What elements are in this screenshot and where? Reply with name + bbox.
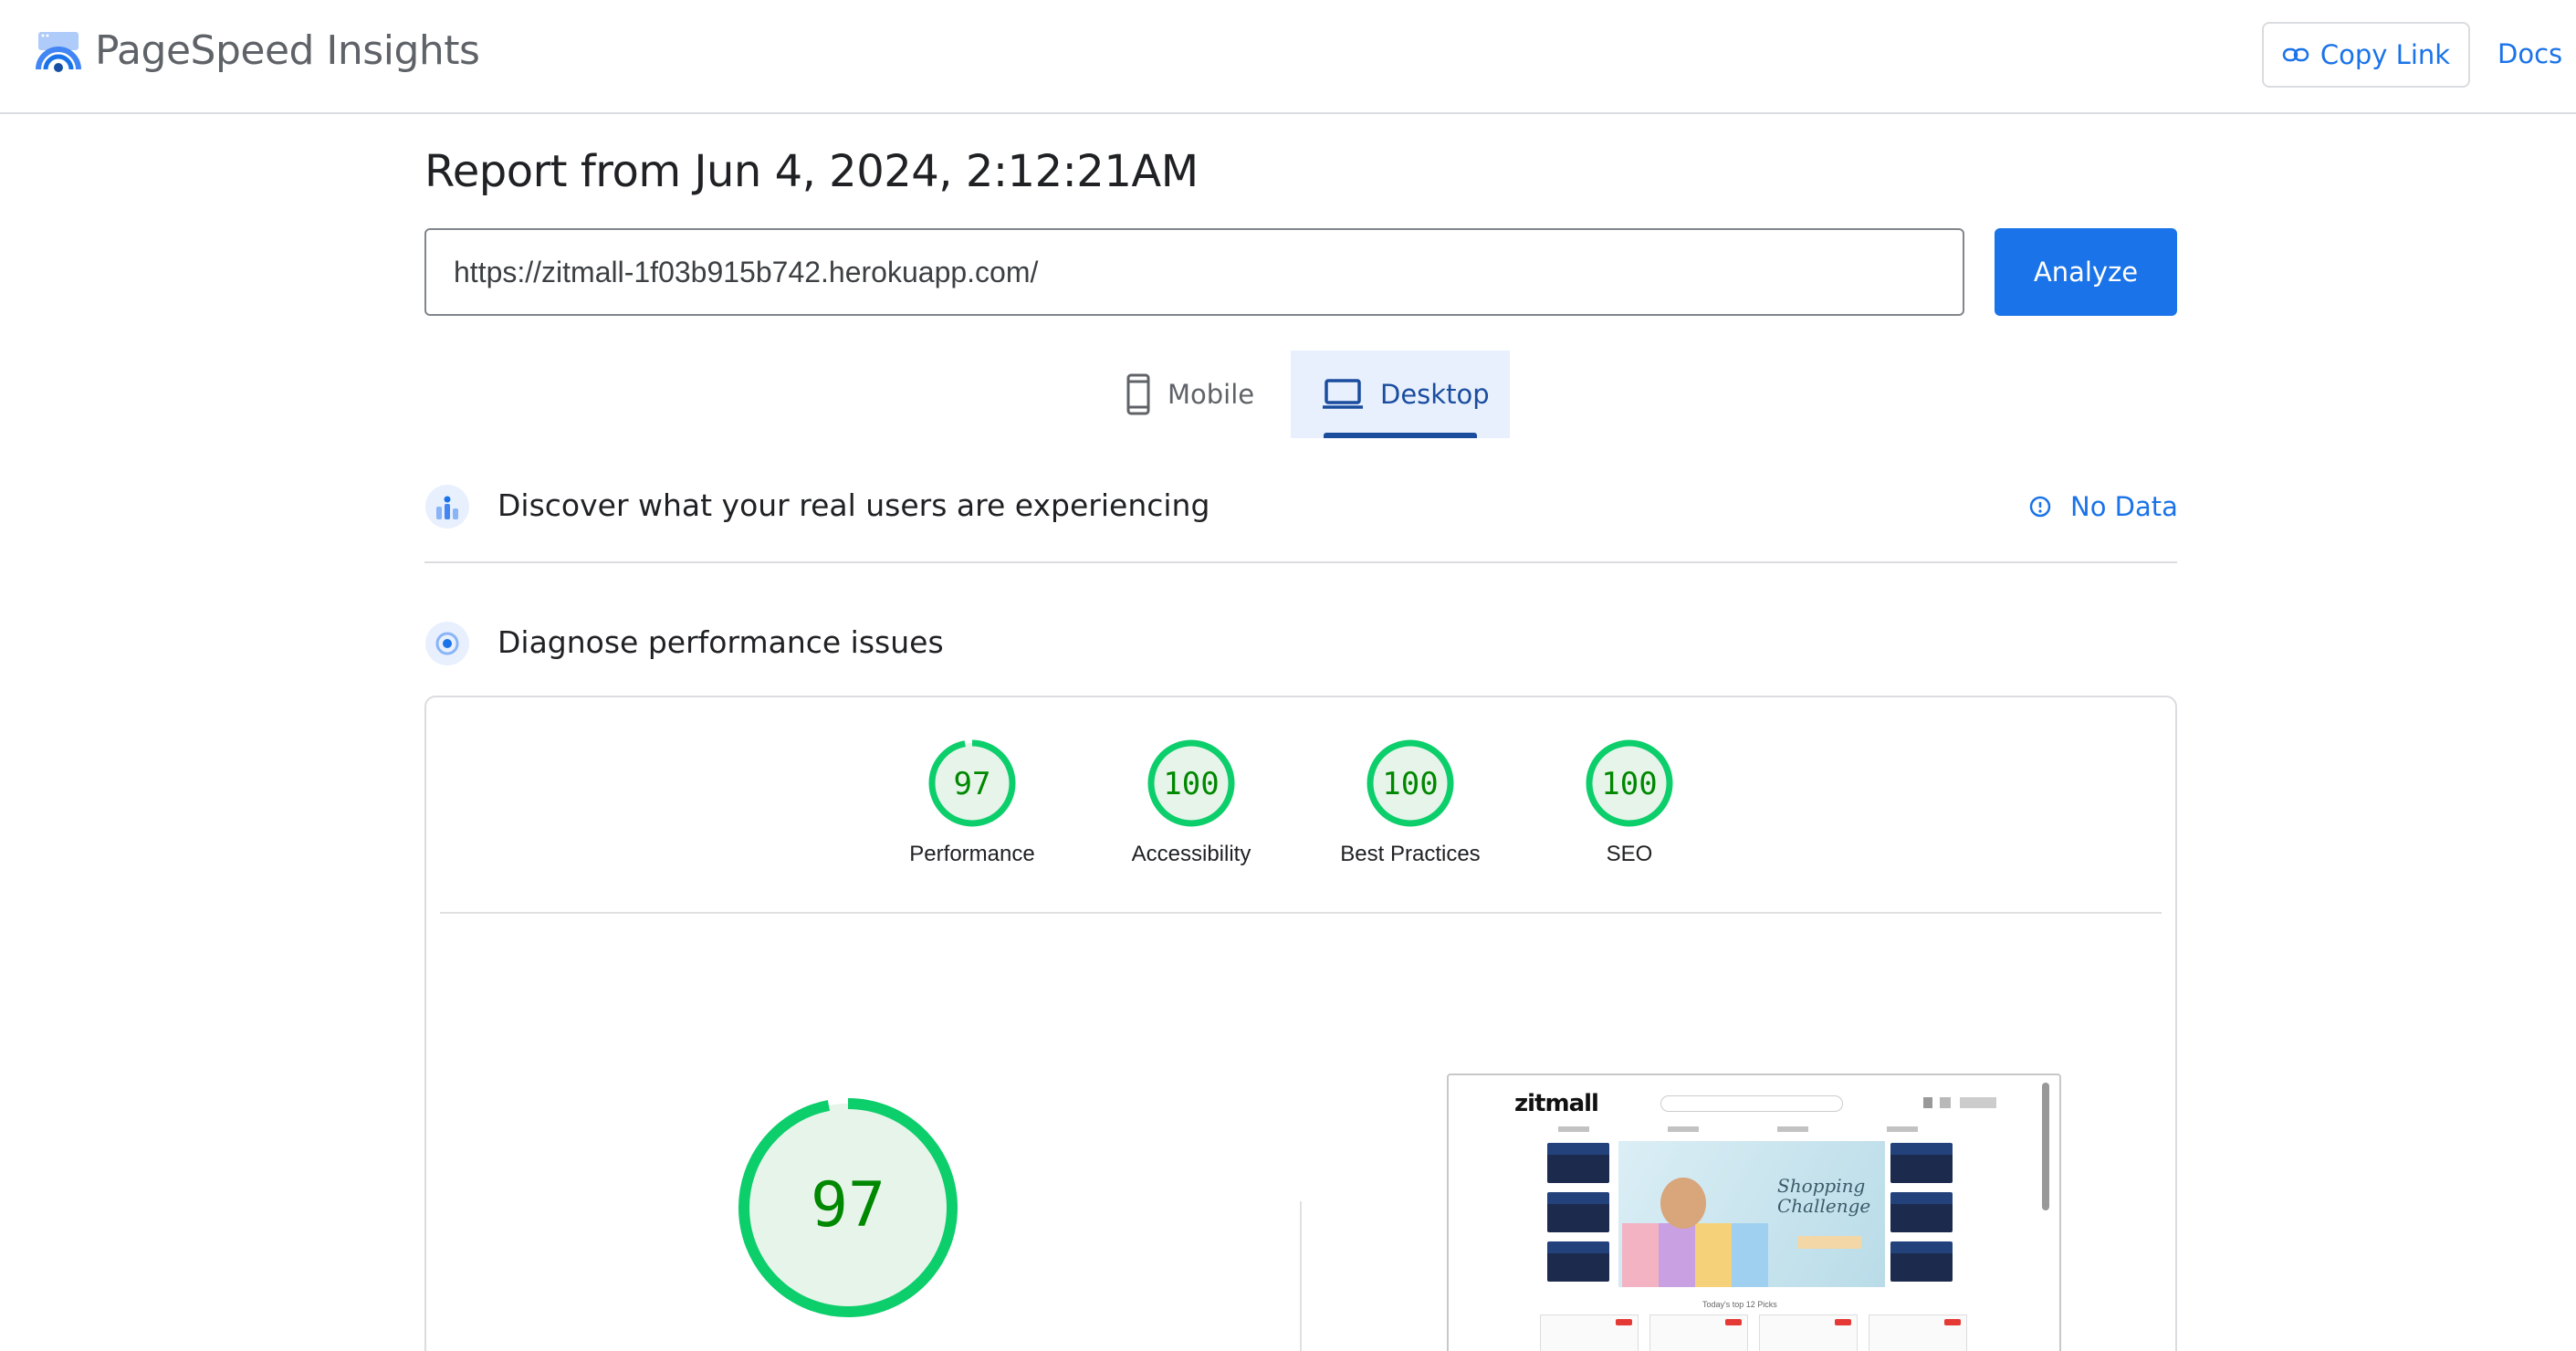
gauge-score: 100 <box>1163 766 1219 802</box>
preview-category-tile <box>1547 1143 1609 1183</box>
score-gauge-best-practices[interactable]: 100 Best Practices <box>1319 738 1502 867</box>
preview-category-tile <box>1890 1241 1953 1282</box>
score-gauge-seo[interactable]: 100 SEO <box>1538 738 1721 867</box>
info-icon <box>2029 496 2051 518</box>
tab-mobile[interactable]: Mobile <box>1118 351 1287 438</box>
preview-product-card <box>1649 1314 1748 1351</box>
report-title: Report from Jun 4, 2024, 2:12:21AM <box>424 146 1199 197</box>
real-users-title: Discover what your real users are experi… <box>497 487 1210 523</box>
diagnose-icon <box>425 622 469 665</box>
docs-link[interactable]: Docs <box>2497 38 2562 69</box>
preview-banner-line2: Challenge <box>1777 1195 1871 1217</box>
gauge-ring: 100 <box>1147 739 1235 827</box>
copy-link-label: Copy Link <box>2319 39 2451 70</box>
preview-nav <box>1558 1126 1978 1132</box>
gauge-ring: 100 <box>1586 739 1673 827</box>
real-users-icon <box>425 485 469 529</box>
performance-large-score: 97 <box>811 1169 885 1241</box>
gauge-score: 100 <box>1382 766 1438 802</box>
gauge-label: Accessibility <box>1131 842 1251 866</box>
preview-product-card <box>1869 1314 1967 1351</box>
preview-bags <box>1622 1223 1768 1287</box>
analyze-button[interactable]: Analyze <box>1995 228 2177 316</box>
preview-person <box>1660 1178 1706 1229</box>
preview-banner-text: Shopping Challenge <box>1777 1176 1870 1216</box>
preview-banner: Shopping Challenge <box>1618 1141 1885 1287</box>
vertical-divider <box>1300 1201 1302 1351</box>
preview-search <box>1660 1095 1843 1112</box>
section-divider <box>424 561 2177 563</box>
preview-product-card <box>1540 1314 1639 1351</box>
gauge-ring: 100 <box>1367 739 1454 827</box>
performance-large-gauge: 97 <box>738 1098 958 1317</box>
gauge-label: Performance <box>909 842 1035 866</box>
gauge-ring: 97 <box>928 739 1016 827</box>
preview-category-tile <box>1547 1192 1609 1232</box>
preview-logo: zitmall <box>1514 1090 1599 1117</box>
no-data-status[interactable]: No Data <box>2028 491 2178 522</box>
no-data-label: No Data <box>2070 491 2178 522</box>
page-screenshot-preview: zitmall Shopping Challenge Today's top 1… <box>1447 1073 2061 1351</box>
laptop-icon <box>1323 379 1363 409</box>
card-divider <box>440 912 2162 914</box>
preview-banner-line1: Shopping <box>1777 1175 1866 1197</box>
app-title: PageSpeed Insights <box>95 27 480 74</box>
preview-scrollbar <box>2042 1083 2049 1210</box>
preview-category-tile <box>1547 1241 1609 1282</box>
gauge-label: SEO <box>1606 842 1653 866</box>
active-tab-indicator <box>1324 433 1477 438</box>
preview-caption: Today's top 12 Picks <box>1702 1300 1777 1309</box>
tab-desktop[interactable]: Desktop <box>1291 351 1510 438</box>
copy-link-button[interactable]: Copy Link <box>2262 22 2470 88</box>
diagnose-title: Diagnose performance issues <box>497 624 944 660</box>
tab-mobile-label: Mobile <box>1168 379 1255 410</box>
preview-banner-button <box>1797 1236 1861 1249</box>
gauge-score: 97 <box>954 766 991 802</box>
tab-desktop-label: Desktop <box>1380 379 1490 410</box>
preview-category-tile <box>1890 1143 1953 1183</box>
pagespeed-logo-icon <box>36 32 81 72</box>
score-gauge-performance[interactable]: 97 Performance <box>881 738 1063 867</box>
score-gauge-accessibility[interactable]: 100 Accessibility <box>1100 738 1283 867</box>
link-icon <box>2282 47 2309 62</box>
url-input[interactable] <box>424 228 1964 316</box>
phone-icon <box>1126 373 1150 415</box>
gauge-label: Best Practices <box>1340 842 1481 866</box>
preview-header-icons <box>1923 1097 1996 1108</box>
gauge-score: 100 <box>1601 766 1657 802</box>
preview-category-tile <box>1890 1192 1953 1232</box>
top-bar: PageSpeed Insights Copy Link Docs <box>0 0 2576 114</box>
preview-product-card <box>1759 1314 1858 1351</box>
